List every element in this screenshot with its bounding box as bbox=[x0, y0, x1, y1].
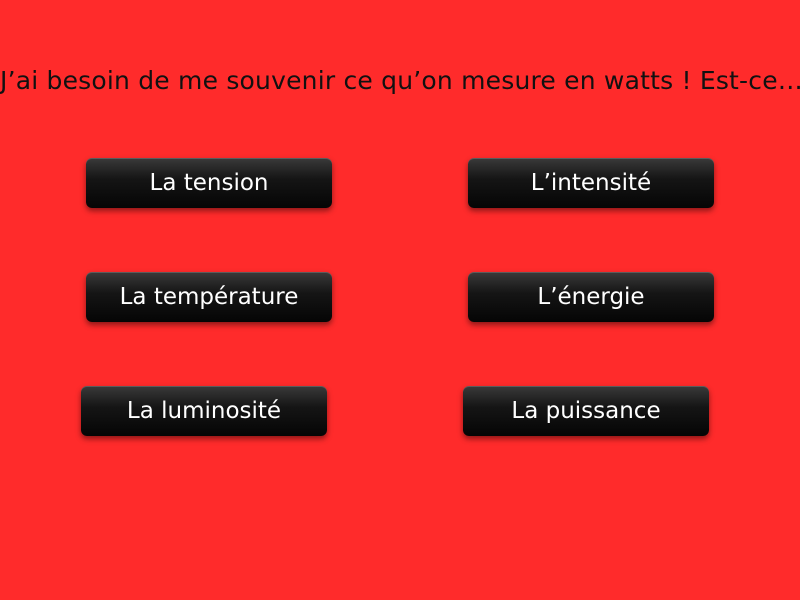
answer-label: La puissance bbox=[511, 398, 661, 424]
answer-button-tension[interactable]: La tension bbox=[86, 158, 332, 208]
answer-button-energie[interactable]: L’énergie bbox=[468, 272, 714, 322]
question-text: J’ai besoin de me souvenir ce qu’on mesu… bbox=[0, 66, 800, 95]
answer-label: La luminosité bbox=[126, 398, 282, 424]
answer-label: L’énergie bbox=[537, 284, 645, 310]
answer-label: La tension bbox=[149, 170, 269, 196]
answer-button-puissance[interactable]: La puissance bbox=[463, 386, 709, 436]
answer-label: L’intensité bbox=[530, 170, 652, 196]
answer-button-luminosite[interactable]: La luminosité bbox=[81, 386, 327, 436]
answer-button-intensite[interactable]: L’intensité bbox=[468, 158, 714, 208]
answer-label: La température bbox=[119, 284, 299, 310]
answer-button-temperature[interactable]: La température bbox=[86, 272, 332, 322]
